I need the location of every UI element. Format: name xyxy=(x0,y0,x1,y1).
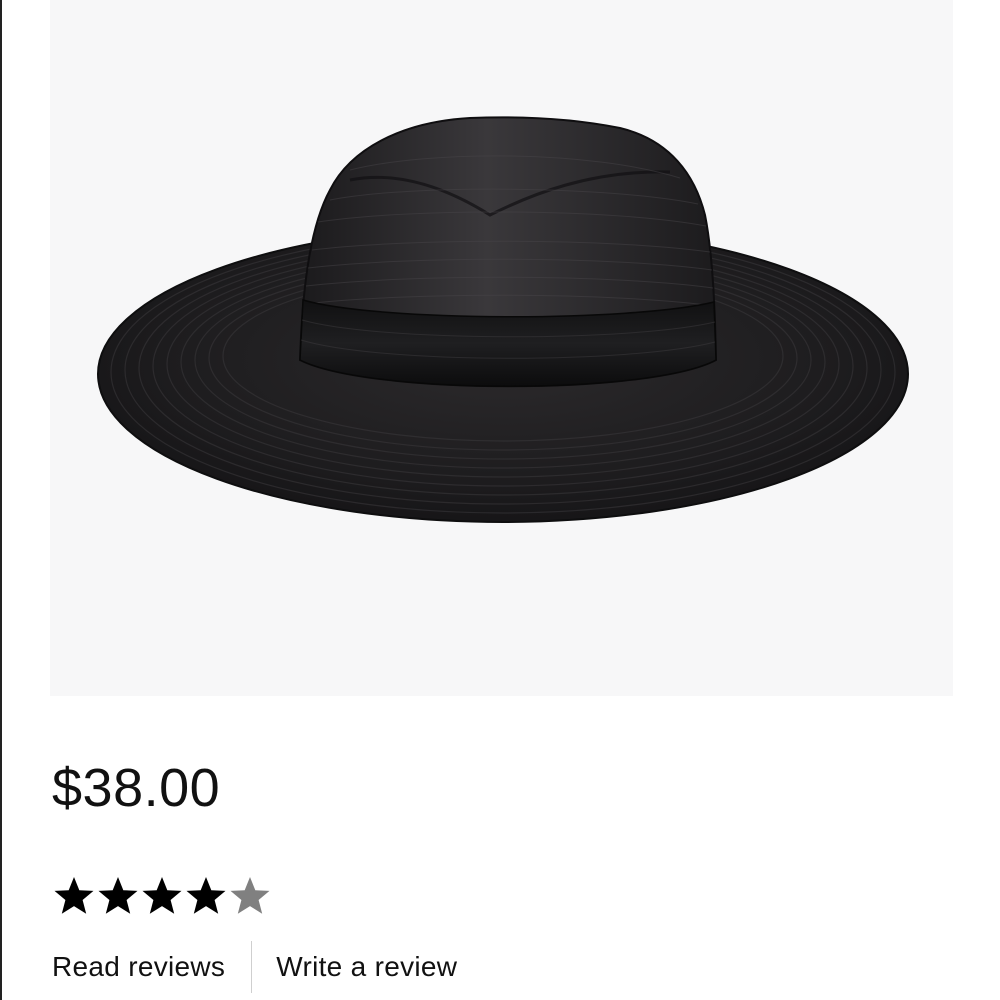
star-icon[interactable] xyxy=(140,874,184,918)
star-icon[interactable] xyxy=(228,874,272,918)
product-image[interactable] xyxy=(50,0,953,696)
review-links: Read reviews Write a review xyxy=(52,940,457,994)
star-icon[interactable] xyxy=(52,874,96,918)
product-price: $38.00 xyxy=(52,758,221,818)
product-page: $38.00 Read reviews Write a review xyxy=(0,0,1000,1000)
divider xyxy=(251,941,253,993)
star-rating[interactable] xyxy=(52,874,272,918)
read-reviews-link[interactable]: Read reviews xyxy=(52,951,225,983)
star-icon[interactable] xyxy=(184,874,228,918)
hat-image xyxy=(97,116,909,523)
write-review-link[interactable]: Write a review xyxy=(276,951,457,983)
star-icon[interactable] xyxy=(96,874,140,918)
